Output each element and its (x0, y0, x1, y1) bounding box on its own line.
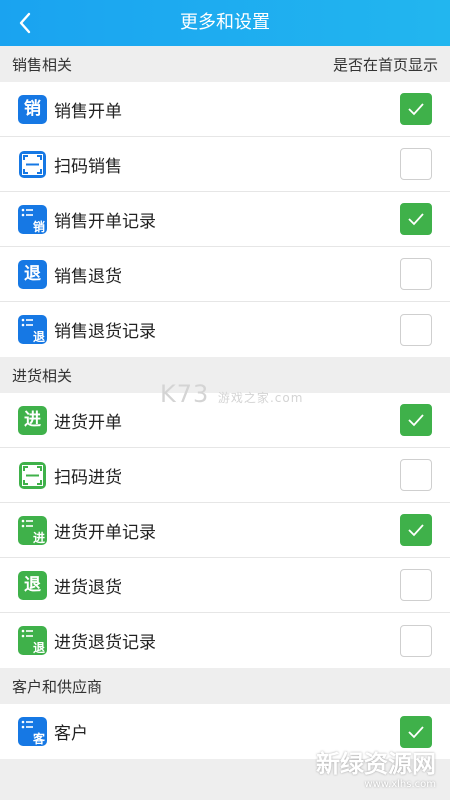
section-title: 销售相关 (12, 55, 73, 74)
section-header-sales: 销售相关 是否在首页显示 (0, 46, 450, 82)
scan-icon (18, 460, 47, 490)
section-title: 客户和供应商 (12, 677, 103, 696)
list-item-purchase-record[interactable]: 进 进货开单记录 (0, 503, 450, 558)
item-label: 进货退货记录 (54, 633, 156, 653)
item-label: 销售退货 (54, 266, 122, 287)
app-header: 更多和设置 (0, 0, 450, 46)
section-title: 进货相关 (12, 366, 73, 385)
chevron-left-icon (19, 12, 31, 34)
purchase-record-icon: 进 (18, 515, 47, 545)
return-icon: 退 (18, 570, 47, 600)
item-label: 客户 (54, 724, 88, 744)
customer-icon: 客 (18, 717, 47, 746)
list-item-purchase-order[interactable]: 进 进货开单 (0, 393, 450, 448)
scan-icon (18, 149, 47, 179)
sales-list: 销 销售开单 扫码销售 销 销售开单记录 退 销售退货 退 销售退货记录 (0, 82, 450, 357)
page-title: 更多和设置 (180, 12, 270, 33)
brand-url: www.xlhs.com (364, 779, 436, 790)
show-on-home-checkbox[interactable] (400, 624, 432, 657)
show-on-home-checkbox[interactable] (400, 93, 432, 125)
list-item-sales-order[interactable]: 销 销售开单 (0, 82, 450, 137)
item-label: 扫码进货 (54, 467, 122, 488)
show-on-home-checkbox[interactable] (400, 715, 432, 748)
check-icon (408, 213, 424, 226)
show-on-home-checkbox[interactable] (400, 258, 432, 290)
item-label: 进货退货 (54, 577, 122, 598)
section-header-purchase: 进货相关 (0, 357, 450, 393)
check-icon (408, 414, 424, 427)
show-on-home-checkbox[interactable] (400, 569, 432, 601)
show-on-home-checkbox[interactable] (400, 459, 432, 491)
item-label: 销售开单 (54, 101, 122, 122)
item-label: 销售开单记录 (54, 211, 156, 232)
list-item-customer[interactable]: 客 客户 (0, 704, 450, 759)
show-on-home-checkbox[interactable] (400, 148, 432, 180)
show-on-home-checkbox[interactable] (400, 514, 432, 546)
item-label: 进货开单 (54, 412, 122, 433)
list-item-scan-sales[interactable]: 扫码销售 (0, 137, 450, 192)
sales-icon: 销 (18, 94, 47, 124)
list-item-purchase-return-record[interactable]: 退 进货退货记录 (0, 613, 450, 668)
list-item-sales-return[interactable]: 退 销售退货 (0, 247, 450, 302)
list-item-sales-record[interactable]: 销 销售开单记录 (0, 192, 450, 247)
check-icon (408, 725, 424, 738)
customer-list: 客 客户 (0, 704, 450, 759)
return-record-icon: 退 (18, 315, 47, 344)
show-on-home-checkbox[interactable] (400, 404, 432, 436)
item-label: 销售退货记录 (54, 322, 156, 342)
list-item-scan-purchase[interactable]: 扫码进货 (0, 448, 450, 503)
back-button[interactable] (8, 6, 42, 40)
show-on-home-hint: 是否在首页显示 (332, 55, 438, 74)
list-item-purchase-return[interactable]: 退 进货退货 (0, 558, 450, 613)
return-record-icon: 退 (18, 626, 47, 655)
purchase-icon: 进 (18, 405, 47, 435)
show-on-home-checkbox[interactable] (400, 313, 432, 346)
item-label: 进货开单记录 (54, 522, 156, 543)
return-icon: 退 (18, 259, 47, 289)
section-header-customers: 客户和供应商 (0, 668, 450, 704)
sales-record-icon: 销 (18, 204, 47, 234)
check-icon (408, 524, 424, 537)
purchase-list: 进 进货开单 扫码进货 进 进货开单记录 退 进货退货 退 进货退货记录 (0, 393, 450, 668)
show-on-home-checkbox[interactable] (400, 203, 432, 235)
check-icon (408, 103, 424, 116)
item-label: 扫码销售 (54, 156, 122, 177)
list-item-sales-return-record[interactable]: 退 销售退货记录 (0, 302, 450, 357)
